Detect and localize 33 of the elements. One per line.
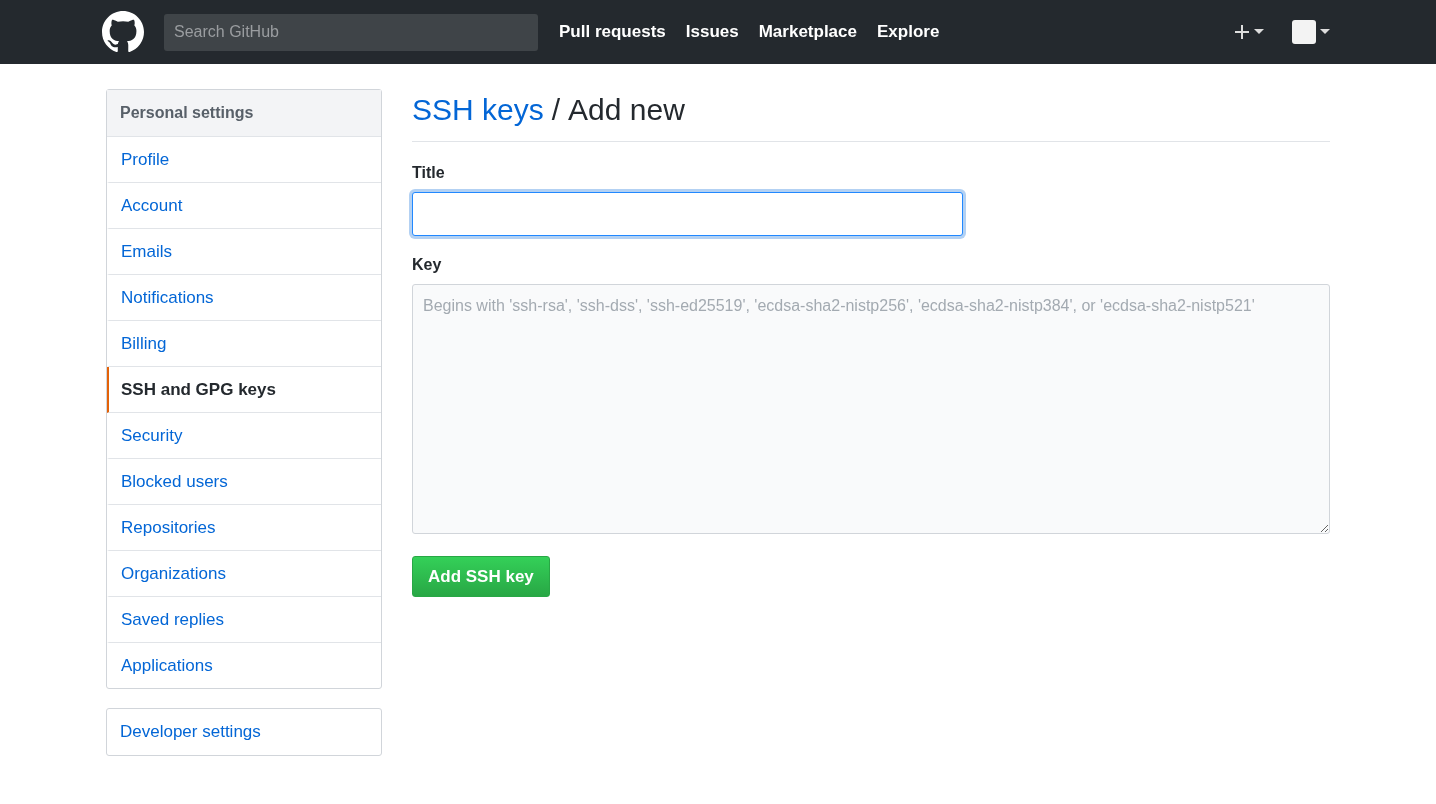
developer-settings-link[interactable]: Developer settings — [106, 708, 382, 756]
key-input-field[interactable]: Begins with 'ssh-rsa', 'ssh-dss', 'ssh-ed25519', 'ecdsa-sha2-nistp256', 'ecdsa-sha2-nistp384', or 'ecdsa-sha2-nistp521' — [412, 284, 1330, 534]
page-title: Add new — [568, 93, 685, 127]
sidebar-item[interactable]: Notifications — [107, 275, 381, 321]
nav-link[interactable]: Marketplace — [758, 22, 857, 42]
sidebar-item[interactable]: Profile — [107, 137, 381, 183]
nav-link[interactable]: Pull requests — [559, 22, 666, 42]
nav-link[interactable]: Issues — [685, 22, 739, 42]
breadcrumb-link[interactable]: SSH keys — [412, 93, 544, 127]
avatar — [1292, 20, 1316, 44]
sidebar-item[interactable]: Applications — [107, 643, 381, 688]
field-label: Title — [412, 164, 446, 182]
title-input-field[interactable] — [412, 192, 963, 236]
breadcrumb-separator: / — [551, 93, 561, 127]
search-field[interactable]: Search GitHub — [164, 13, 538, 51]
profile-menu-button[interactable] — [1292, 20, 1330, 44]
sidebar-item[interactable]: Emails — [107, 229, 381, 275]
sidebar-item[interactable]: Organizations — [107, 551, 381, 597]
sidebar-item[interactable]: Repositories — [107, 505, 381, 551]
sidebar-item[interactable]: SSH and GPG keys — [107, 367, 381, 413]
caret-icon — [1254, 29, 1264, 35]
sidebar-item[interactable]: Saved replies — [107, 597, 381, 643]
nav-link[interactable]: Explore — [877, 22, 940, 42]
sidebar-item[interactable]: Billing — [107, 321, 381, 367]
caret-icon — [1320, 29, 1330, 35]
sidebar-item[interactable]: Security — [107, 413, 381, 459]
octocat-logo-icon[interactable] — [102, 11, 144, 53]
create-new-button[interactable] — [1234, 24, 1264, 40]
field-label: Key — [412, 256, 443, 274]
plus-icon — [1234, 24, 1250, 40]
sidebar-item[interactable]: Account — [107, 183, 381, 229]
menu-heading: Personal settings — [107, 90, 381, 137]
sidebar-item[interactable]: Blocked users — [107, 459, 381, 505]
